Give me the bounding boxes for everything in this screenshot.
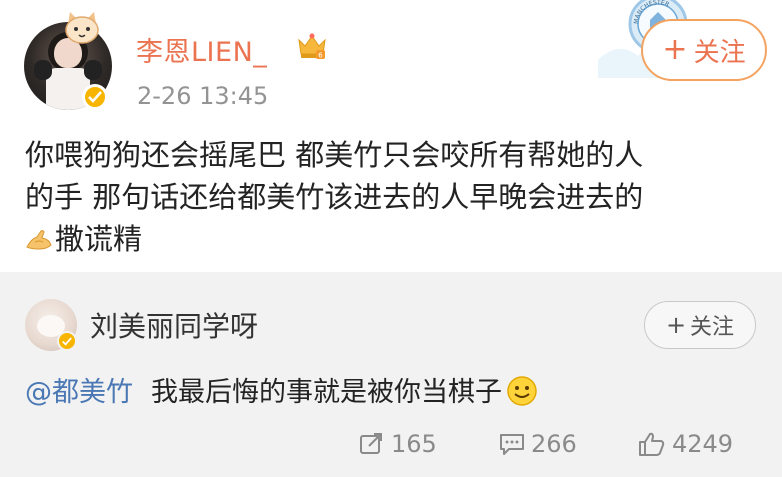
reposted-content[interactable]: 刘美丽同学呀 + 关注 @都美竹 我最后悔的事就是被你当棋子 165 266 4… — [0, 272, 782, 477]
crown-icon: 6 — [298, 33, 326, 60]
weibo-post: 李恩LIEN_ 6 2-26 13:45 MANCHESTER + 关注 你喂狗… — [0, 0, 782, 272]
post-content: 你喂狗狗还会摇尾巴 都美竹只会咬所有帮她的人 的手 那句话还给都美竹该进去的人早… — [25, 134, 765, 260]
post-text-line: 你喂狗狗还会摇尾巴 都美竹只会咬所有帮她的人 — [25, 138, 644, 172]
repost-count: 165 — [391, 430, 437, 458]
plus-icon: + — [662, 32, 688, 67]
svg-text:6: 6 — [318, 52, 323, 60]
repost-username[interactable]: 刘美丽同学呀 — [90, 305, 258, 345]
post-username[interactable]: 李恩LIEN_ — [136, 30, 267, 69]
comment-count: 266 — [531, 430, 577, 458]
plus-icon: + — [665, 311, 687, 339]
comment-action[interactable]: 266 — [499, 427, 577, 461]
like-action[interactable]: 4249 — [638, 427, 733, 461]
smile-emoji-icon — [507, 376, 537, 406]
like-count: 4249 — [672, 430, 734, 458]
mention-link[interactable]: @都美竹 — [25, 377, 133, 408]
verified-badge-icon — [57, 331, 77, 351]
verified-badge-icon — [82, 84, 108, 110]
cat-sticker-icon — [65, 12, 99, 44]
thumbs-up-icon — [639, 432, 665, 456]
repost-content: @都美竹 我最后悔的事就是被你当棋子 — [25, 370, 538, 409]
repost-text: 我最后悔的事就是被你当棋子 — [151, 377, 502, 408]
repost-follow-label: 关注 — [690, 315, 735, 340]
pray-hands-icon — [26, 230, 52, 250]
repost-action[interactable]: 165 — [359, 427, 437, 461]
follow-button-label: 关注 — [693, 37, 746, 68]
comment-icon — [500, 434, 524, 455]
post-text-line-3: 撒谎精 — [25, 218, 765, 260]
post-text-line: 撒谎精 — [55, 222, 143, 256]
repost-follow-button[interactable]: + 关注 — [644, 301, 756, 349]
post-text-line: 的手 那句话还给都美竹该进去的人早晚会进去的 — [25, 180, 644, 214]
repost-icon — [360, 433, 382, 454]
follow-button[interactable]: + 关注 — [641, 19, 767, 81]
post-timestamp: 2-26 13:45 — [137, 82, 269, 110]
